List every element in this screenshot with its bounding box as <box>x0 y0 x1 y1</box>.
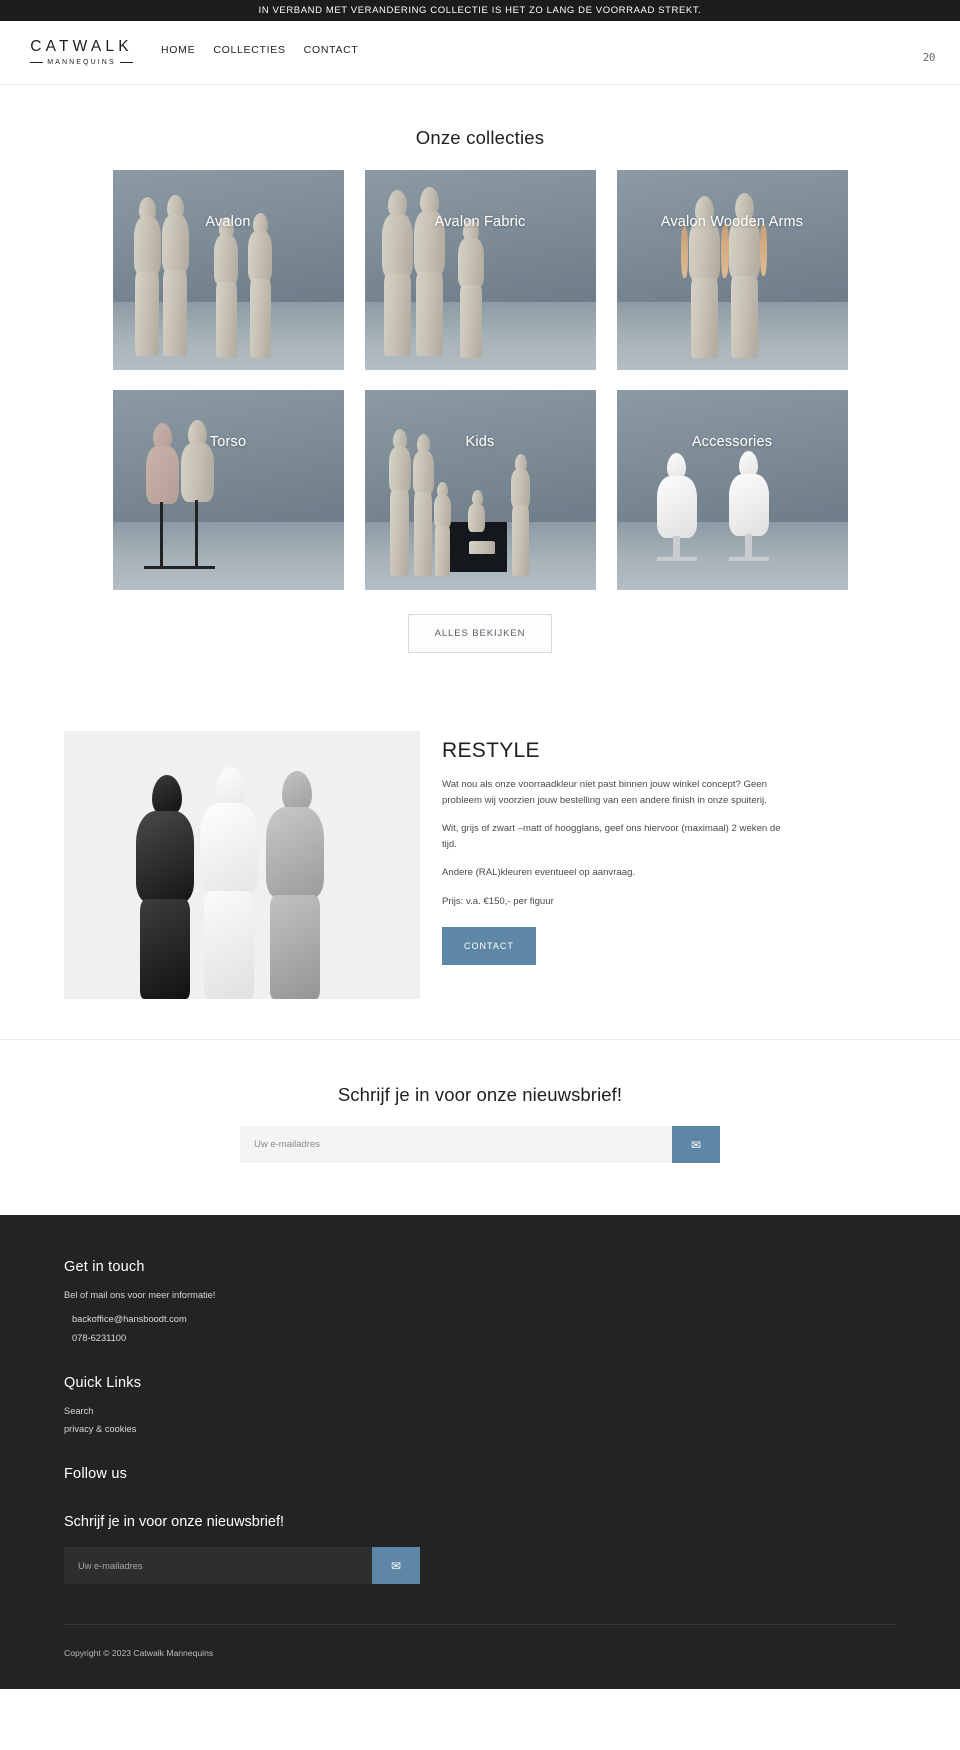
get-in-touch-subtitle: Bel of mail ons voor meer informatie! <box>64 1290 216 1300</box>
collection-image-avalon <box>112 170 344 370</box>
collection-label: Kids <box>465 434 495 450</box>
nav-item-collecties[interactable]: COLLECTIES <box>213 44 285 56</box>
logo-rule-left <box>30 61 44 63</box>
logo-rule-right <box>119 61 133 63</box>
collection-image-kids <box>364 390 596 590</box>
logo-subtitle-row: MANNEQUINS <box>24 59 139 66</box>
quick-link-search[interactable]: Search <box>64 1406 896 1416</box>
copyright-text: Copyright © 2023 Catwalk Mannequins <box>64 1648 214 1658</box>
collection-label: Avalon Wooden Arms <box>660 214 804 230</box>
collection-image-avalon-fabric <box>364 170 596 370</box>
main-navigation: HOME COLLECTIES CONTACT <box>161 44 359 56</box>
footer-quick-links: Quick Links Search privacy & cookies <box>64 1375 896 1434</box>
envelope-icon: ✉ <box>390 1558 402 1573</box>
collection-card-accessories[interactable]: Accessories <box>616 390 848 590</box>
follow-us-heading: Follow us <box>64 1466 128 1482</box>
collections-section: Onze collecties Avalon Avalon Fabric Ava… <box>0 85 960 653</box>
footer-phone-link[interactable]: 078-6231100 <box>72 1333 126 1343</box>
collection-card-torso[interactable]: Torso <box>112 390 344 590</box>
footer-get-in-touch: Get in touch Bel of mail ons voor meer i… <box>64 1259 896 1343</box>
collection-image-avalon-wooden-arms <box>616 170 848 370</box>
logo-secondary-text: MANNEQUINS <box>47 58 116 66</box>
view-all-row: ALLES BEKIJKEN <box>0 614 960 653</box>
floor-gradient <box>112 522 344 590</box>
cart-icon: 20 <box>922 51 936 64</box>
page-title: Onze collecties <box>415 127 545 148</box>
restyle-price: Prijs: v.a. €150,- per figuur <box>442 895 554 907</box>
announcement-text: IN VERBAND MET VERANDERING COLLECTIE IS … <box>258 5 702 16</box>
newsletter-submit-button[interactable]: ✉ <box>672 1126 720 1163</box>
collection-label: Accessories <box>691 434 773 450</box>
collection-image-accessories <box>616 390 848 590</box>
nav-item-home[interactable]: HOME <box>161 44 195 56</box>
nav-item-contact[interactable]: CONTACT <box>304 44 359 56</box>
collection-label: Avalon <box>205 214 251 230</box>
footer-phone-row[interactable]: 078-6231100 <box>64 1333 896 1343</box>
collection-card-avalon[interactable]: Avalon <box>112 170 344 370</box>
site-footer: Get in touch Bel of mail ons voor meer i… <box>0 1215 960 1689</box>
collection-label: Avalon Fabric <box>434 214 526 230</box>
newsletter-form: ✉ <box>240 1126 720 1163</box>
cart-button[interactable]: 20 <box>922 51 936 64</box>
collection-label: Torso <box>209 434 247 450</box>
newsletter-title: Schrijf je in voor onze nieuwsbrief! <box>337 1084 623 1105</box>
quick-link-privacy-cookies[interactable]: privacy & cookies <box>64 1424 896 1434</box>
footer-follow-us: Follow us <box>64 1466 896 1482</box>
footer-email-link[interactable]: backoffice@hansboodt.com <box>72 1314 187 1324</box>
collection-card-avalon-wooden-arms[interactable]: Avalon Wooden Arms <box>616 170 848 370</box>
restyle-section: RESTYLE Wat nou als onze voorraadkleur n… <box>0 731 960 1040</box>
footer-newsletter-form: ✉ <box>64 1547 420 1584</box>
restyle-content: RESTYLE Wat nou als onze voorraadkleur n… <box>442 731 896 999</box>
get-in-touch-heading: Get in touch <box>64 1259 145 1275</box>
restyle-contact-button[interactable]: CONTACT <box>442 927 536 966</box>
collection-image-torso <box>112 390 344 590</box>
newsletter-email-input[interactable] <box>240 1126 672 1163</box>
footer-newsletter-title: Schrijf je in voor onze nieuwsbrief! <box>64 1514 285 1530</box>
restyle-paragraph-2: Wit, grijs of zwart –matt of hoogglans, … <box>442 823 781 850</box>
view-all-button[interactable]: ALLES BEKIJKEN <box>407 614 553 653</box>
footer-newsletter-email-input[interactable] <box>64 1547 372 1584</box>
footer-email-row[interactable]: backoffice@hansboodt.com <box>64 1314 896 1324</box>
collection-card-avalon-fabric[interactable]: Avalon Fabric <box>364 170 596 370</box>
restyle-title: RESTYLE <box>442 739 540 762</box>
footer-newsletter-submit-button[interactable]: ✉ <box>372 1547 420 1584</box>
newsletter-section: Schrijf je in voor onze nieuwsbrief! ✉ <box>0 1040 960 1215</box>
quick-links-heading: Quick Links <box>64 1375 142 1391</box>
envelope-icon: ✉ <box>690 1137 702 1152</box>
restyle-paragraph-1: Wat nou als onze voorraadkleur niet past… <box>442 779 767 806</box>
site-header: CATWALK MANNEQUINS HOME COLLECTIES CONTA… <box>0 21 960 85</box>
footer-bottom-bar: Copyright © 2023 Catwalk Mannequins <box>64 1624 896 1661</box>
logo[interactable]: CATWALK MANNEQUINS <box>24 39 139 66</box>
collections-grid: Avalon Avalon Fabric Avalon Wooden Arms … <box>112 170 848 590</box>
restyle-paragraph-3: Andere (RAL)kleuren eventueel op aanvraa… <box>442 867 636 879</box>
logo-primary-text: CATWALK <box>30 38 133 55</box>
collection-card-kids[interactable]: Kids <box>364 390 596 590</box>
footer-newsletter: Schrijf je in voor onze nieuwsbrief! ✉ <box>64 1514 896 1584</box>
announcement-bar: IN VERBAND MET VERANDERING COLLECTIE IS … <box>0 0 960 21</box>
restyle-image <box>64 731 420 999</box>
